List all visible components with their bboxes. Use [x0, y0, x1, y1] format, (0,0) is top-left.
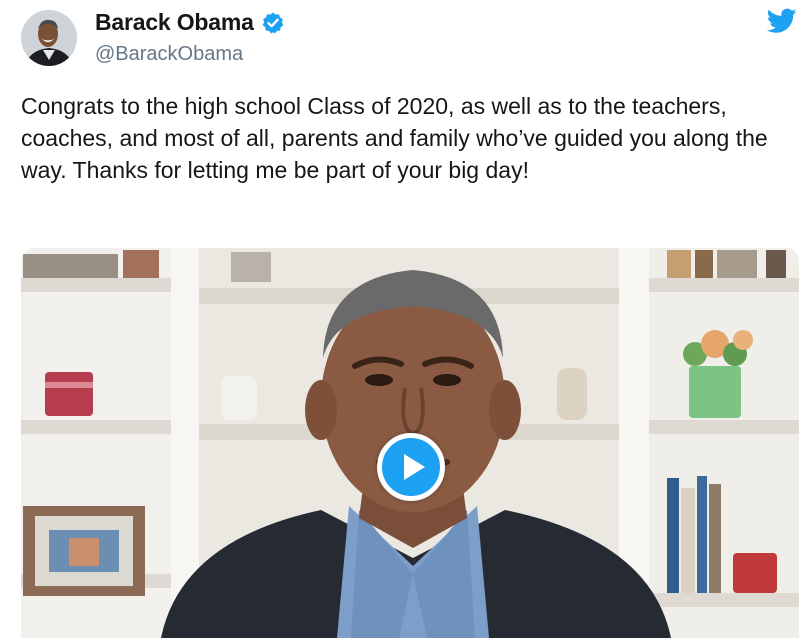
video-player[interactable] [21, 248, 799, 638]
tweet-text: Congrats to the high school Class of 202… [21, 93, 768, 183]
play-button[interactable] [377, 433, 445, 501]
twitter-bird-icon[interactable] [766, 8, 797, 34]
name-row: Barack Obama [95, 9, 285, 36]
avatar[interactable] [21, 10, 77, 66]
play-icon [403, 454, 425, 480]
tweet-card: Barack Obama @BarackObama Congrats to th… [0, 0, 799, 638]
verified-badge-icon [261, 11, 285, 35]
display-name[interactable]: Barack Obama [95, 9, 254, 36]
avatar-photo [21, 10, 77, 66]
handle[interactable]: @BarackObama [95, 43, 243, 66]
